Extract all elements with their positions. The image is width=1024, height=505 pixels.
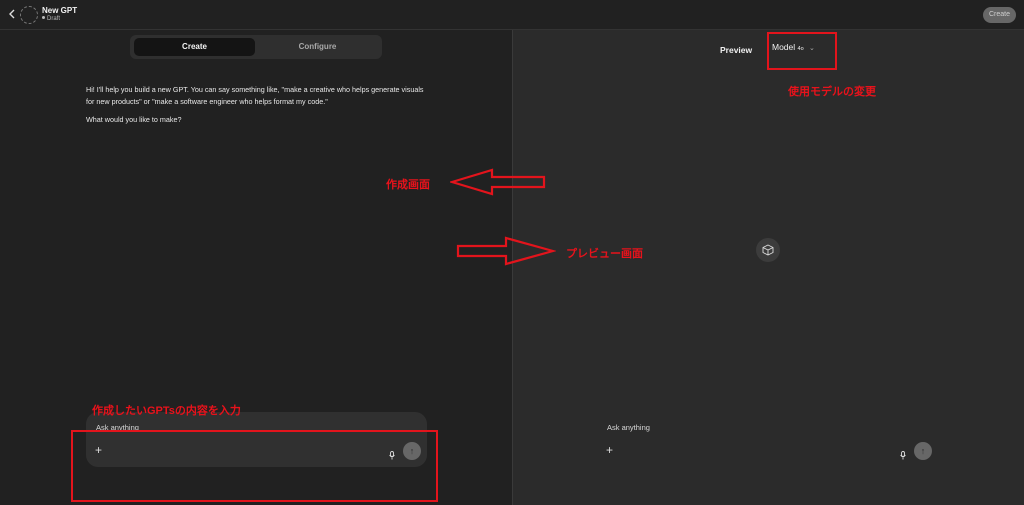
assistant-message-text-2: What would you like to make? [86, 115, 182, 124]
microphone-icon[interactable] [900, 447, 906, 460]
annotation-create-screen: 作成画面 [386, 179, 430, 191]
back-arrow-icon[interactable] [6, 9, 18, 21]
gpt-avatar-icon[interactable] [20, 6, 38, 24]
annotation-input-content: 作成したいGPTsの内容を入力 [92, 405, 241, 417]
top-bar: New GPT Draft Create [0, 0, 1024, 30]
builder-tabs: Create Configure [130, 35, 382, 59]
send-arrow-icon[interactable]: ↑ [914, 442, 932, 460]
plus-icon[interactable]: + [606, 444, 613, 456]
left-arrow-annotation [450, 168, 546, 196]
cube-icon [756, 238, 780, 262]
tab-configure[interactable]: Configure [257, 38, 378, 56]
composer-highlight-box [71, 430, 438, 502]
create-button[interactable]: Create [983, 7, 1016, 23]
right-arrow-annotation [456, 236, 556, 266]
gpt-status: Draft [42, 16, 60, 22]
gpt-name: New GPT [42, 6, 78, 15]
model-highlight-box [767, 32, 837, 70]
annotation-preview-screen: プレビュー画面 [566, 248, 643, 260]
status-text: Draft [47, 16, 61, 22]
annotation-model-change: 使用モデルの変更 [788, 86, 876, 98]
preview-label: Preview [720, 45, 753, 55]
preview-input-placeholder[interactable]: Ask anything [607, 423, 650, 432]
preview-composer[interactable]: Ask anything + ↑ [597, 412, 938, 467]
tab-create[interactable]: Create [134, 38, 255, 56]
status-dot-icon [42, 16, 45, 19]
assistant-message: Hi! I'll help you build a new GPT. You c… [86, 84, 426, 132]
assistant-message-text-1: Hi! I'll help you build a new GPT. You c… [86, 85, 424, 106]
